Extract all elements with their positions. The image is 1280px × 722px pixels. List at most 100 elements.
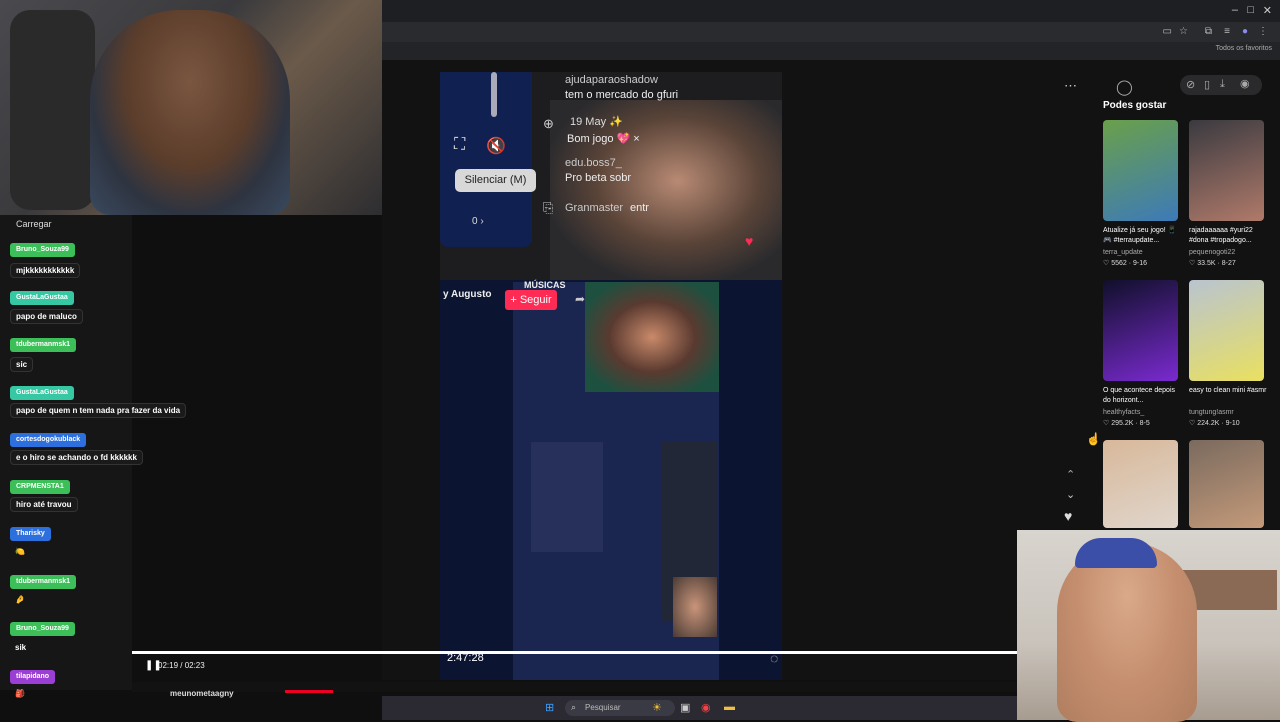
star-icon[interactable]: ☆	[1179, 26, 1188, 37]
streamer-figure	[1057, 542, 1197, 722]
loading-ring-icon: ◯	[1116, 79, 1133, 96]
chat-message: 🎒	[15, 689, 25, 698]
mute-icon[interactable]: 🔇	[486, 136, 506, 156]
progress-fill	[132, 651, 991, 654]
minimize-button[interactable]: –	[1232, 4, 1238, 16]
search-icon: ⌕	[571, 702, 577, 712]
author-handle[interactable]: meunometaagny	[170, 689, 234, 698]
recommended-video-thumb[interactable]	[1103, 280, 1178, 381]
recommended-video-caption[interactable]: O que acontece depois do horizont...	[1103, 386, 1181, 406]
share-arrow-icon[interactable]: ➦	[575, 292, 585, 306]
all-bookmarks-link[interactable]: Todos os favoritos	[1216, 45, 1272, 52]
menu-kebab-icon[interactable]: ⋮	[1258, 26, 1268, 37]
recommended-video-author[interactable]: terra_update	[1103, 249, 1143, 256]
chat-username: tilapidano	[10, 670, 56, 684]
sidebar-toolbar: ⊘ ▯ ⤓ ◉	[1180, 75, 1262, 95]
recommended-video-thumb[interactable]	[1189, 120, 1264, 221]
load-more-button[interactable]: Carregar	[16, 219, 52, 229]
chat-message: mjkkkkkkkkkkk	[10, 263, 81, 278]
comment-text: entr	[630, 202, 649, 214]
recommended-video-author[interactable]: tungtung!asmr	[1189, 409, 1234, 416]
account-avatar-icon[interactable]: ◉	[1240, 77, 1250, 90]
embedded-cam	[673, 577, 717, 637]
playback-time: 02:19 / 02:23	[158, 661, 205, 670]
stream-elapsed-time: 2:47:28	[447, 652, 484, 664]
streamer-webcam-right	[1017, 530, 1280, 722]
recommended-video-stats: ♡ 295.2K · 8-5	[1103, 420, 1150, 427]
profile-avatar-icon[interactable]: ●	[1242, 26, 1248, 37]
recommended-video-thumb[interactable]	[1103, 440, 1178, 528]
mouse-cursor-icon: ☝	[1086, 432, 1101, 446]
cast-icon[interactable]: ▭	[1163, 26, 1172, 37]
recommended-video-author[interactable]: healthyfacts_	[1103, 409, 1144, 416]
loading-spinner-icon: ◌	[770, 650, 779, 666]
progress-bar[interactable]	[132, 651, 1017, 654]
chat-username: tdubermanmsk1	[10, 575, 77, 589]
tab-search-icon[interactable]: ≡	[1224, 26, 1230, 37]
chat-message: papo de quem n tem nada pra fazer da vid…	[10, 403, 187, 418]
chat-username: CRPMENSTA1	[10, 480, 70, 494]
compass-icon[interactable]: ⊘	[1186, 78, 1195, 91]
comment-user: ajudaparaoshadow	[565, 74, 658, 86]
chat-message: sik	[15, 643, 27, 652]
browser-tab-bar: – □ ✕	[382, 0, 1280, 22]
recommended-video-thumb[interactable]	[1189, 280, 1264, 381]
comment-text: Pro beta sobr	[565, 172, 632, 184]
recommended-video-stats: ♡ 5562 · 9-16	[1103, 260, 1148, 267]
gaming-chair	[10, 10, 95, 210]
phone-icon[interactable]: ▯	[1204, 78, 1210, 91]
like-icon[interactable]: ♥	[1064, 508, 1072, 524]
previous-video-icon[interactable]: ⌃	[1066, 468, 1075, 481]
chat-username: Bruno_Souza99	[10, 243, 75, 257]
recommended-video-caption[interactable]: rajadaaaaaa #yuri22 #dona #tropadogo...	[1189, 226, 1267, 246]
embedded-keypad	[531, 442, 603, 552]
chrome-icon[interactable]: ◉	[701, 701, 711, 714]
gift-icon[interactable]: ⊕	[543, 116, 554, 132]
close-window-button[interactable]: ✕	[1263, 4, 1272, 17]
comment-user: Granmaster	[565, 202, 624, 214]
comment-text: tem o mercado do gfuri	[565, 89, 679, 101]
recommended-video-caption[interactable]: Atualize já seu jogo! 📱🎮 #terraupdate...	[1103, 226, 1181, 246]
chat-message: 🍋	[15, 547, 25, 556]
recommended-video-stats: ♡ 224.2K · 9-10	[1189, 420, 1240, 427]
recommended-video-author[interactable]: pequenogoti22	[1189, 249, 1235, 256]
recommended-video-thumb[interactable]	[1103, 120, 1178, 221]
live-indicator	[285, 690, 333, 693]
browser-toolbar: ▭ ☆ ⧉ ≡ ● ⋮	[382, 22, 1280, 42]
task-view-icon[interactable]: ▣	[680, 701, 690, 714]
file-explorer-icon[interactable]: ▬	[724, 701, 735, 713]
recommendations-title: Podes gostar	[1103, 100, 1167, 111]
recommended-video-thumb[interactable]	[1189, 440, 1264, 528]
chat-username: Bruno_Souza99	[10, 622, 75, 636]
video-author[interactable]: y Augusto	[443, 289, 492, 300]
weather-icon[interactable]: ☀	[652, 701, 662, 714]
maximize-button[interactable]: □	[1247, 4, 1254, 16]
chat-message: sic	[10, 357, 34, 372]
more-options-icon[interactable]: ⋯	[1064, 78, 1077, 94]
author-bar	[132, 682, 1017, 692]
download-icon[interactable]: ⤓	[1220, 78, 1225, 91]
chat-message: papo de maluco	[10, 309, 83, 324]
comment-user: edu.boss7_	[565, 157, 622, 169]
fullscreen-icon[interactable]: ⛶	[454, 136, 465, 154]
chat-username: cortesdogokublack	[10, 433, 87, 447]
chat-username: GustaLaGustaa	[10, 386, 74, 400]
streamer-cap	[1075, 538, 1157, 568]
streamer-webcam-left	[0, 0, 382, 215]
chat-username: tdubermanmsk1	[10, 338, 77, 352]
next-video-icon[interactable]: ⌄	[1066, 488, 1075, 501]
windows-start-icon[interactable]: ⊞	[545, 701, 554, 714]
share-screen-icon[interactable]: ⎘	[543, 200, 553, 216]
chat-message: hiro até travou	[10, 497, 78, 512]
recommended-video-stats: ♡ 33.5K · 8-27	[1189, 260, 1236, 267]
volume-slider[interactable]	[491, 72, 497, 117]
chat-message: 🤌	[15, 595, 25, 604]
recommended-video-caption[interactable]: easy to clean mini #asmr	[1189, 386, 1267, 396]
live-count: 0 ›	[472, 216, 484, 227]
extensions-icon[interactable]: ⧉	[1205, 26, 1212, 37]
heart-icon[interactable]: ♥	[745, 233, 753, 249]
follow-button[interactable]: + Seguir	[505, 290, 557, 310]
bookmarks-bar: Todos os favoritos	[382, 42, 1280, 60]
embedded-webcam	[585, 282, 719, 392]
chat-username: GustaLaGustaa	[10, 291, 74, 305]
